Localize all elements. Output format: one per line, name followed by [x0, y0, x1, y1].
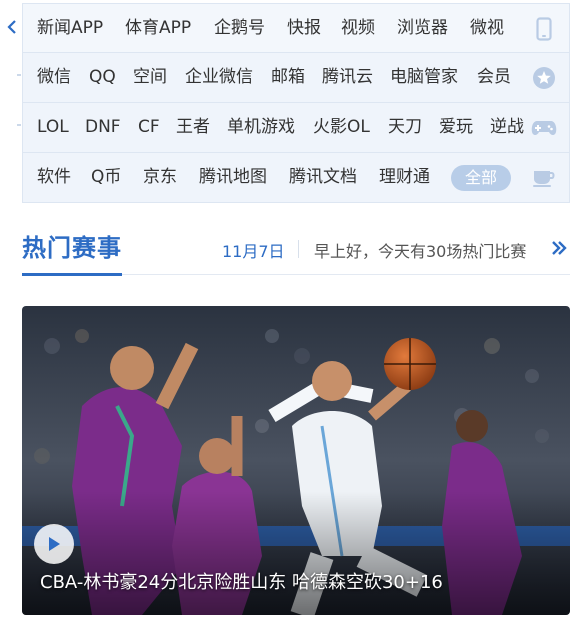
nav-item[interactable]: 快报: [287, 4, 321, 53]
double-chevron-right-icon[interactable]: [550, 238, 568, 258]
nav-item[interactable]: 企鹅号: [214, 4, 265, 53]
nav-prev-button[interactable]: [4, 16, 20, 38]
nav-item[interactable]: 腾讯云: [322, 53, 373, 102]
nav-item[interactable]: 京东: [143, 153, 177, 202]
nav-item[interactable]: 火影OL: [313, 103, 370, 152]
nav-item[interactable]: 腾讯地图: [199, 153, 267, 202]
nav-item[interactable]: QQ: [89, 53, 116, 102]
divider: [17, 124, 21, 126]
nav-item[interactable]: 企业微信: [185, 53, 253, 102]
nav-item[interactable]: 腾讯文档: [289, 153, 357, 202]
section-title-underline: [22, 273, 122, 276]
nav-item[interactable]: 爱玩: [439, 103, 473, 152]
play-icon: [49, 537, 60, 551]
nav-item[interactable]: 浏览器: [397, 4, 448, 53]
nav-item[interactable]: 体育APP: [125, 4, 191, 53]
cup-icon[interactable]: [531, 165, 557, 191]
nav-item[interactable]: 微信: [37, 53, 71, 102]
section-date: 11月7日: [222, 242, 285, 261]
nav-item[interactable]: DNF: [85, 103, 121, 152]
nav-item[interactable]: CF: [138, 103, 160, 152]
hero-caption[interactable]: CBA-林书豪24分北京险胜山东 哈德森空砍30+16: [40, 568, 443, 594]
greeting-text[interactable]: 早上好，今天有30场热门比赛: [314, 238, 526, 262]
divider: [298, 240, 299, 258]
nav-row-tools: 软件 Q币 京东 腾讯地图 腾讯文档 理财通 全部: [22, 153, 570, 203]
hero-card[interactable]: CBA-林书豪24分北京险胜山东 哈德森空砍30+16: [22, 306, 570, 615]
hot-events-header: 热门赛事 11月7日 早上好，今天有30场热门比赛: [22, 218, 570, 276]
star-icon[interactable]: [531, 65, 557, 91]
nav-item[interactable]: 会员: [477, 53, 511, 102]
nav-row-games: LOL DNF CF 王者 单机游戏 火影OL 天刀 爱玩 逆战: [22, 103, 570, 153]
phone-icon[interactable]: [531, 16, 557, 42]
all-pill-button[interactable]: 全部: [451, 165, 512, 191]
divider: [17, 74, 21, 76]
nav-item[interactable]: 微视: [470, 4, 504, 53]
nav-item[interactable]: LOL: [37, 103, 69, 152]
nav-row-social: 微信 QQ 空间 企业微信 邮箱 腾讯云 电脑管家 会员: [22, 53, 570, 103]
nav-item[interactable]: 单机游戏: [227, 103, 295, 152]
chevron-left-icon: [7, 20, 16, 34]
nav-item[interactable]: 邮箱: [271, 53, 305, 102]
nav-item[interactable]: 天刀: [388, 103, 422, 152]
nav-row-apps: 新闻APP 体育APP 企鹅号 快报 视频 浏览器 微视: [22, 3, 570, 53]
nav-item[interactable]: 王者: [176, 103, 210, 152]
section-title[interactable]: 热门赛事: [22, 228, 122, 263]
quick-nav: 新闻APP 体育APP 企鹅号 快报 视频 浏览器 微视 微信 QQ 空间 企业…: [0, 0, 580, 204]
nav-item[interactable]: 空间: [133, 53, 167, 102]
nav-item[interactable]: 新闻APP: [37, 4, 103, 53]
nav-item[interactable]: Q币: [91, 153, 121, 202]
nav-item[interactable]: 软件: [37, 153, 71, 202]
nav-item[interactable]: 电脑管家: [390, 53, 458, 102]
nav-item[interactable]: 视频: [341, 4, 375, 53]
play-button[interactable]: [34, 524, 74, 564]
gamepad-icon[interactable]: [531, 115, 557, 141]
nav-item[interactable]: 理财通: [379, 153, 430, 202]
nav-item[interactable]: 逆战: [490, 103, 524, 152]
